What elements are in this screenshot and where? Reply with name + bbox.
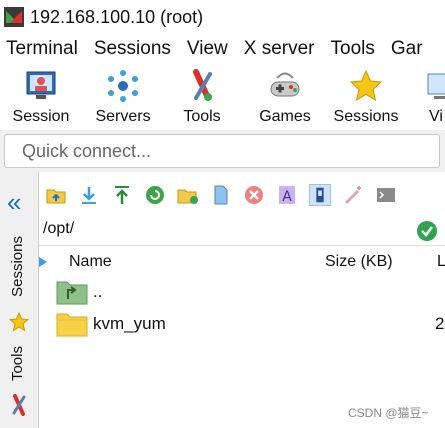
view-button[interactable]: Vi (416, 64, 445, 130)
app-logo-icon (4, 7, 24, 27)
menu-bar: Terminal Sessions View X server Tools Ga… (0, 34, 445, 64)
file-row-parent[interactable]: .. (39, 276, 445, 308)
new-folder-icon[interactable] (177, 184, 199, 206)
menu-tools[interactable]: Tools (331, 38, 375, 60)
upload-icon[interactable] (111, 184, 133, 206)
tools-side-icon (12, 394, 26, 416)
collapse-panel-icon[interactable]: « (7, 189, 21, 215)
sessions-label: Sessions (333, 108, 399, 125)
tools-button[interactable]: Tools (170, 64, 234, 130)
refresh-icon[interactable] (144, 184, 166, 206)
sort-arrow-icon[interactable] (39, 257, 47, 267)
new-file-icon[interactable] (210, 184, 232, 206)
path-input[interactable]: /opt/ (43, 220, 74, 238)
tools-label: Tools (183, 108, 221, 125)
star-icon (349, 69, 383, 102)
file-name: kvm_yum (93, 314, 166, 333)
session-icon (26, 71, 56, 99)
file-row-kvm-yum[interactable]: kvm_yum 2 (39, 308, 445, 340)
window-title: 192.168.100.10 (root) (30, 6, 204, 27)
sftp-toolbar: A (39, 178, 445, 212)
view-label: Vi (429, 108, 443, 125)
quick-connect-input[interactable]: Quick connect... (4, 134, 440, 168)
menu-terminal[interactable]: Terminal (6, 38, 78, 60)
column-size[interactable]: Size (KB) (325, 253, 393, 271)
delete-icon[interactable] (243, 184, 265, 206)
servers-label: Servers (95, 108, 151, 125)
sftp-browser: A /opt/ Name Size (KB) L .. kvm_yum 2 (38, 172, 445, 428)
menu-games[interactable]: Gar (391, 38, 423, 60)
tools-icon (193, 69, 212, 101)
properties-icon[interactable] (309, 184, 331, 206)
sessions-button[interactable]: Sessions (330, 64, 402, 130)
session-button[interactable]: Session (6, 64, 76, 130)
main-toolbar: Session Servers Tools Games Sessions Vi (0, 64, 445, 130)
file-size: 2 (435, 314, 445, 333)
wand-icon[interactable] (342, 184, 364, 206)
file-list-header: Name Size (KB) L (39, 250, 445, 276)
column-name[interactable]: Name (69, 253, 112, 271)
rename-icon[interactable]: A (276, 184, 298, 206)
path-bar: /opt/ (39, 216, 445, 246)
games-label: Games (259, 108, 311, 125)
svg-text:A: A (282, 189, 292, 205)
download-icon[interactable] (78, 184, 100, 206)
menu-xserver[interactable]: X server (244, 38, 315, 60)
watermark: CSDN @猫豆~ (348, 406, 429, 420)
menu-sessions[interactable]: Sessions (94, 38, 171, 60)
view-icon (427, 73, 445, 99)
games-button[interactable]: Games (250, 64, 320, 130)
menu-view[interactable]: View (187, 38, 228, 60)
terminal-icon[interactable] (375, 184, 397, 206)
tab-sessions[interactable]: Sessions (9, 236, 26, 297)
games-icon (270, 72, 300, 97)
file-name: .. (93, 282, 103, 301)
column-last[interactable]: L (437, 253, 445, 271)
folder-up-icon[interactable] (45, 184, 67, 206)
folder-icon (56, 313, 88, 337)
parent-folder-icon (56, 281, 88, 305)
confirm-path-icon[interactable] (416, 220, 438, 242)
servers-icon (108, 70, 138, 102)
title-bar: 192.168.100.10 (root) (0, 0, 445, 34)
sessions-star-icon (9, 312, 29, 332)
session-label: Session (12, 108, 70, 125)
servers-button[interactable]: Servers (88, 64, 158, 130)
tab-tools[interactable]: Tools (9, 346, 26, 381)
